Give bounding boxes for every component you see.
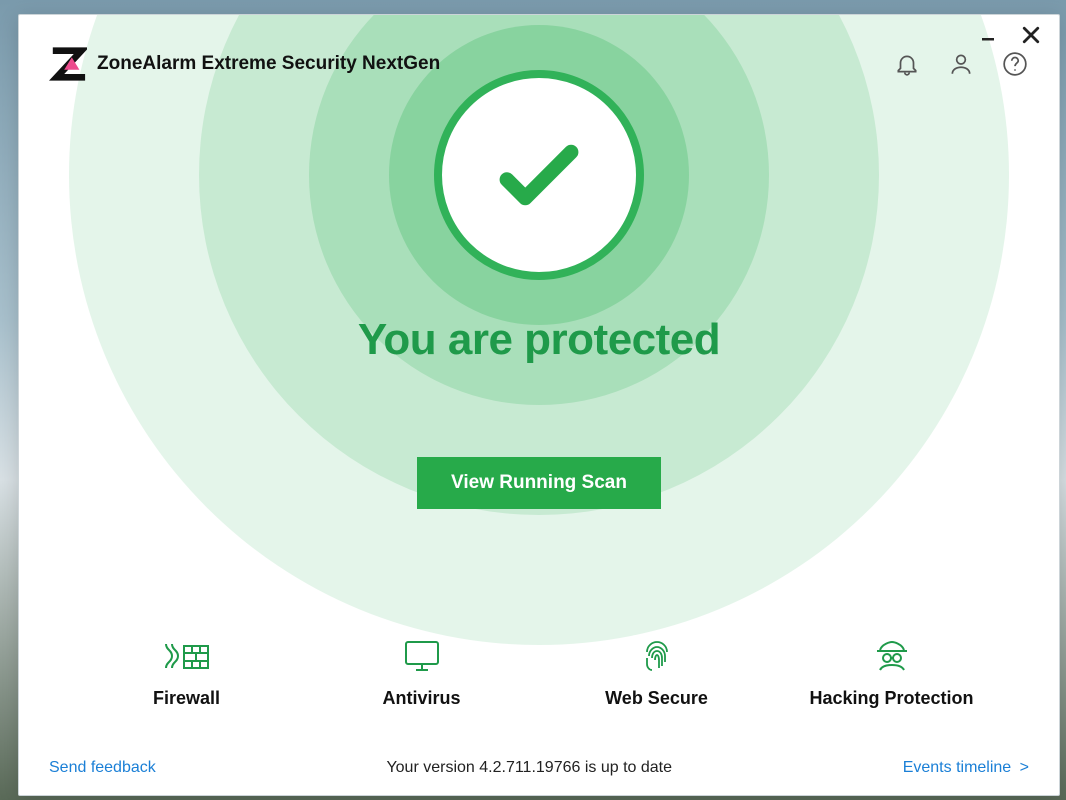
close-button[interactable]: [1021, 25, 1041, 45]
send-feedback-link[interactable]: Send feedback: [49, 759, 156, 777]
module-label: Hacking Protection: [809, 688, 973, 709]
modules-row: Firewall Antivirus: [69, 638, 1009, 709]
antivirus-icon: [400, 638, 444, 674]
hacker-icon: [872, 638, 912, 674]
module-label: Web Secure: [605, 688, 708, 709]
account-icon[interactable]: [947, 50, 975, 78]
window-controls: [979, 25, 1041, 45]
module-antivirus[interactable]: Antivirus: [322, 638, 522, 709]
app-title: ZoneAlarm Extreme Security NextGen: [97, 53, 440, 75]
module-web-secure[interactable]: Web Secure: [557, 638, 757, 709]
minimize-button[interactable]: [979, 25, 999, 45]
module-firewall[interactable]: Firewall: [87, 638, 287, 709]
help-icon[interactable]: [1001, 50, 1029, 78]
version-status: Your version 4.2.711.19766 is up to date: [386, 759, 672, 777]
chevron-right-icon: >: [1015, 759, 1029, 776]
status-heading: You are protected: [19, 315, 1059, 365]
header-icons: [893, 50, 1029, 78]
module-label: Firewall: [153, 688, 220, 709]
events-timeline-link[interactable]: Events timeline >: [903, 759, 1029, 777]
main-content: You are protected View Running Scan: [19, 15, 1059, 509]
header: ZoneAlarm Extreme Security NextGen: [49, 45, 1029, 83]
view-running-scan-button[interactable]: View Running Scan: [417, 457, 661, 509]
footer: Send feedback Your version 4.2.711.19766…: [49, 759, 1029, 777]
module-label: Antivirus: [382, 688, 460, 709]
module-hacking-protection[interactable]: Hacking Protection: [792, 638, 992, 709]
firewall-icon: [162, 638, 212, 674]
notifications-icon[interactable]: [893, 50, 921, 78]
app-window: ZoneAlarm Extreme Security NextGen: [18, 14, 1060, 796]
fingerprint-icon: [639, 638, 675, 674]
logo-mark-icon: [49, 45, 87, 83]
app-logo: ZoneAlarm Extreme Security NextGen: [49, 45, 440, 83]
